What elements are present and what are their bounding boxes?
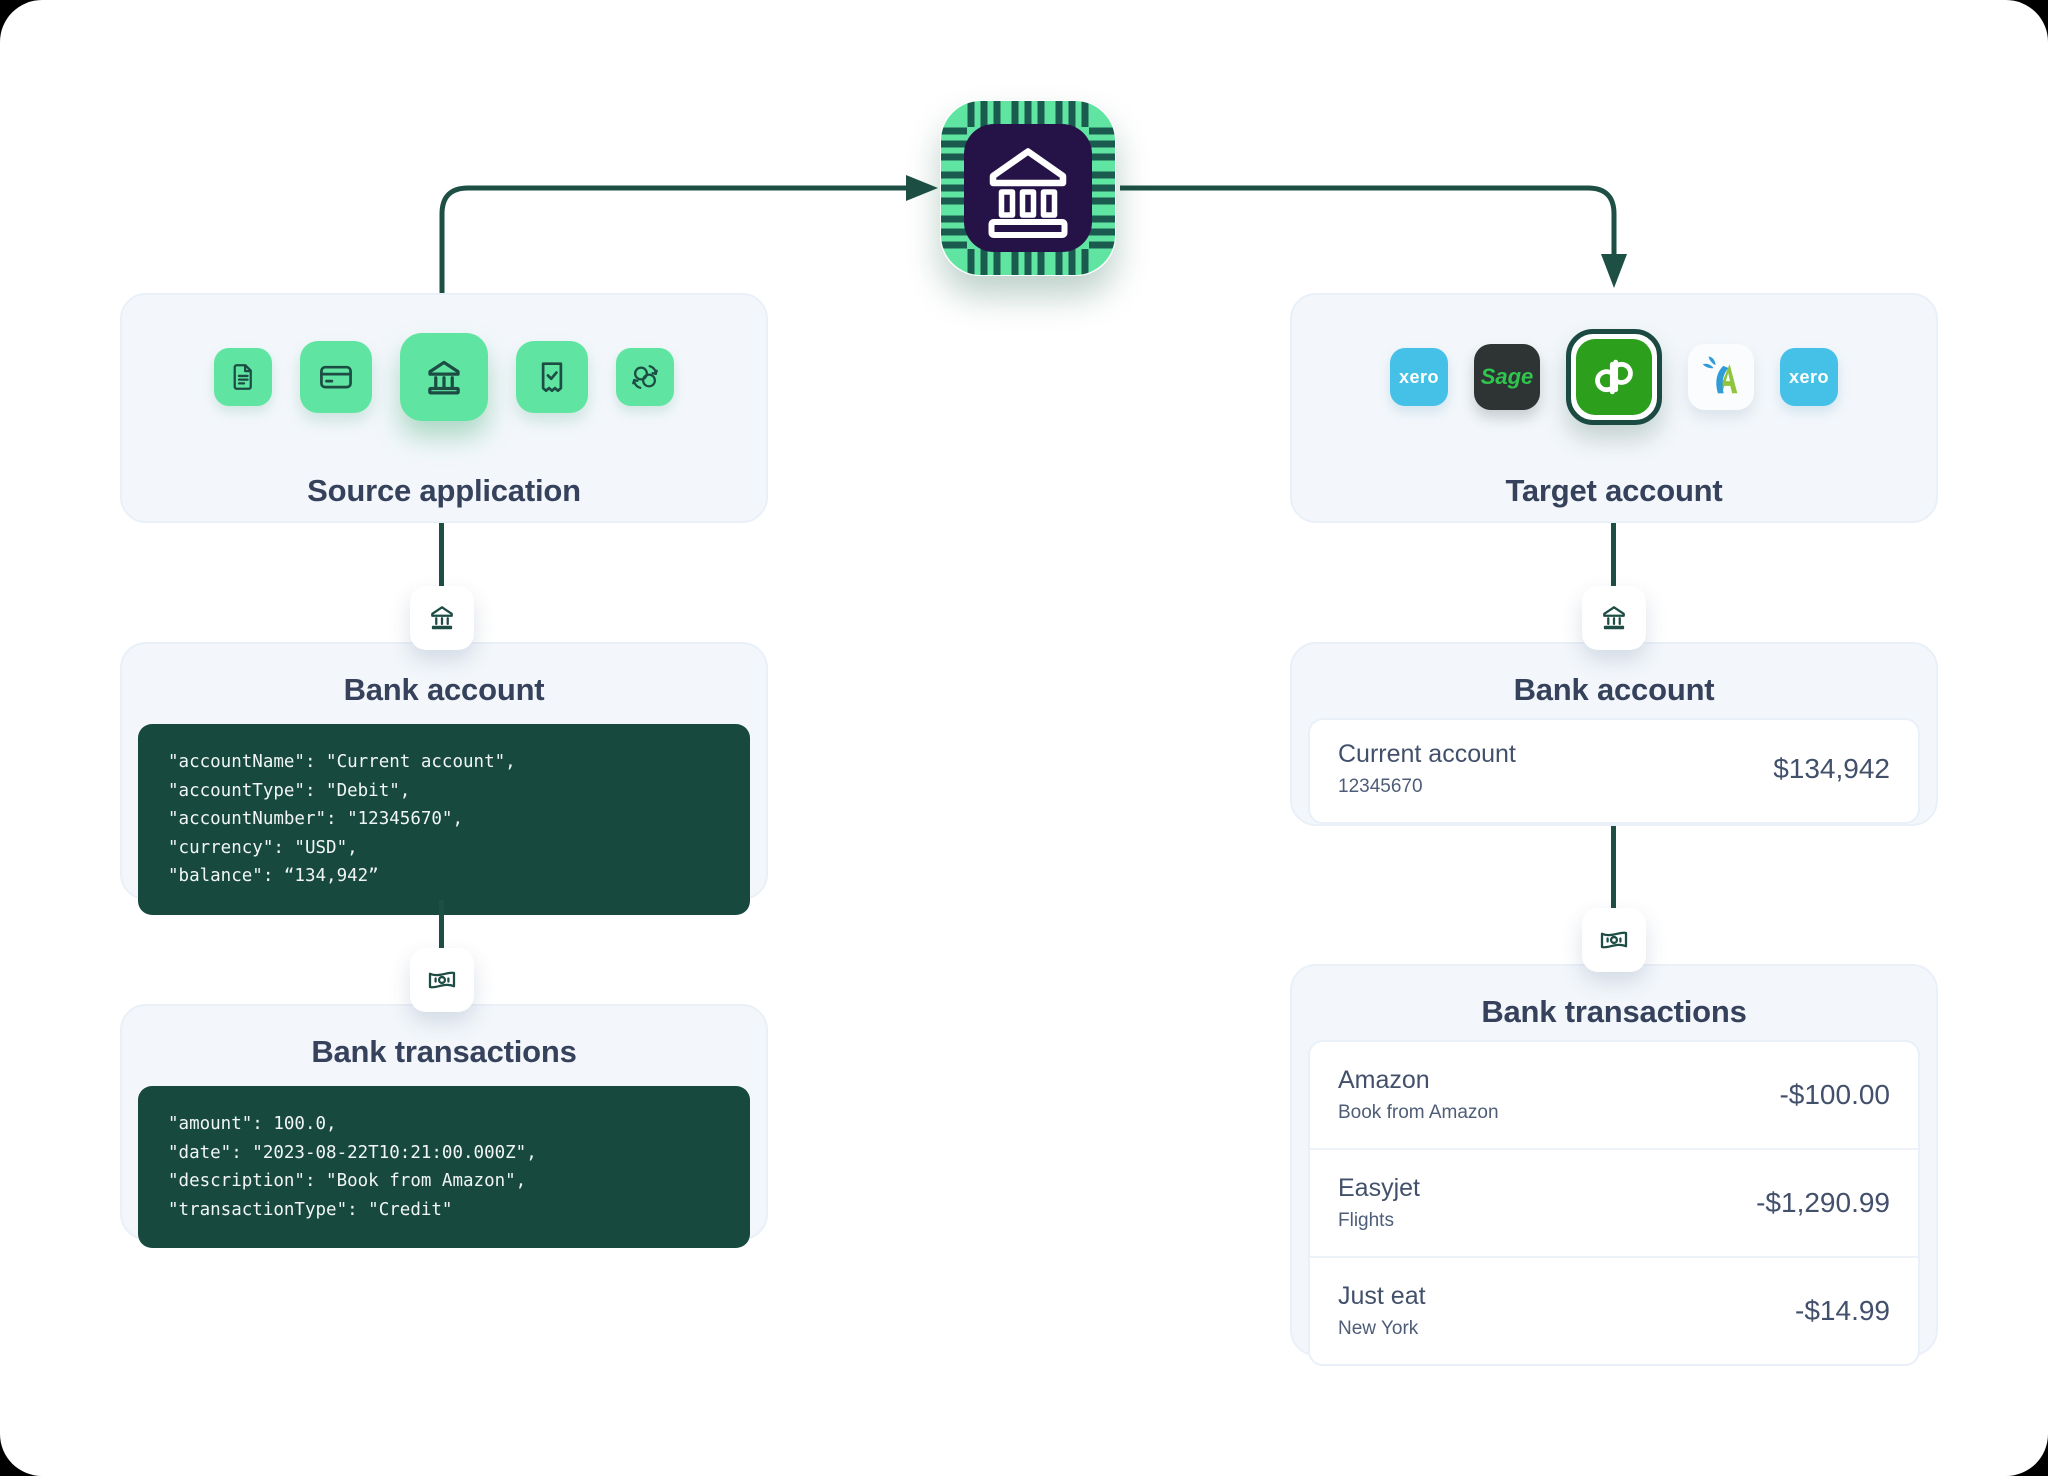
bank-account-panel-right: Bank account Current account 12345670 $1…: [1290, 642, 1938, 826]
transaction-amount: -$14.99: [1795, 1295, 1890, 1327]
hub-to-target-arrow: [1120, 188, 1614, 256]
code-line: "transactionType": "Credit": [168, 1196, 720, 1225]
transaction-amount: -$1,290.99: [1756, 1187, 1890, 1219]
xero-label: xero: [1399, 367, 1439, 388]
bank-account-code-block: "accountName": "Current account", "accou…: [138, 724, 750, 915]
code-line: "accountType": "Debit",: [168, 777, 720, 806]
bank-account-card: Current account 12345670 $134,942: [1308, 718, 1920, 824]
banknote-badge-right: [1582, 908, 1646, 972]
transaction-row: Just eat New York -$14.99: [1310, 1256, 1918, 1364]
bank-account-panel-left: Bank account "accountName": "Current acc…: [120, 642, 768, 900]
target-panel-title: Target account: [1292, 473, 1936, 509]
banknote-badge-left: [410, 948, 474, 1012]
diagram-canvas: Source application Bank account "account…: [0, 0, 2048, 1476]
credit-card-icon: [300, 341, 372, 413]
code-line: "date": "2023-08-22T10:21:00.000Z",: [168, 1139, 720, 1168]
transaction-detail: Flights: [1338, 1210, 1420, 1232]
connector-source-to-bank-account: [439, 523, 444, 589]
hub-to-target-arrowhead: [1601, 254, 1627, 288]
connector-target-to-bank-account: [1611, 523, 1616, 589]
code-line: "accountNumber": "12345670",: [168, 805, 720, 834]
bank-transactions-card: Amazon Book from Amazon -$100.00 Easyjet…: [1308, 1040, 1920, 1366]
connector-bank-account-to-transactions-left: [439, 900, 444, 952]
bank-chip-icon: [940, 100, 1116, 276]
receipt-check-icon: [516, 341, 588, 413]
transaction-name: Amazon: [1338, 1066, 1499, 1095]
bank-transactions-title-left: Bank transactions: [138, 1034, 750, 1070]
document-icon: [214, 348, 272, 406]
account-number: 12345670: [1338, 776, 1516, 798]
target-app-row: xero Sage: [1292, 325, 1936, 429]
code-line: "currency": "USD",: [168, 834, 720, 863]
transaction-row: Easyjet Flights -$1,290.99: [1310, 1148, 1918, 1256]
connector-bank-account-to-transactions-right: [1611, 826, 1616, 912]
transaction-detail: Book from Amazon: [1338, 1102, 1499, 1124]
sage-label: Sage: [1481, 364, 1534, 390]
transaction-name: Just eat: [1338, 1282, 1426, 1311]
target-account-panel: xero Sage: [1290, 293, 1938, 523]
bank-transactions-panel-right: Bank transactions Amazon Book from Amazo…: [1290, 964, 1938, 1356]
freeagent-icon: [1688, 344, 1754, 410]
bank-icon: [400, 333, 488, 421]
code-line: "accountName": "Current account",: [168, 748, 720, 777]
bank-account-title-right: Bank account: [1308, 672, 1920, 708]
bank-account-title-left: Bank account: [138, 672, 750, 708]
bank-transactions-title-right: Bank transactions: [1308, 994, 1920, 1030]
transaction-amount: -$100.00: [1779, 1079, 1890, 1111]
xero-label: xero: [1789, 367, 1829, 388]
transaction-name: Easyjet: [1338, 1174, 1420, 1203]
transaction-detail: New York: [1338, 1318, 1426, 1340]
source-icon-row: [122, 325, 766, 429]
quickbooks-icon-selected: [1566, 329, 1662, 425]
sage-icon: Sage: [1474, 344, 1540, 410]
bank-badge-right: [1582, 586, 1646, 650]
account-balance: $134,942: [1773, 753, 1890, 785]
xero-icon: xero: [1390, 348, 1448, 406]
transaction-row: Amazon Book from Amazon -$100.00: [1310, 1042, 1918, 1148]
xero-icon: xero: [1780, 348, 1838, 406]
code-line: "amount": 100.0,: [168, 1110, 720, 1139]
account-row: Current account 12345670 $134,942: [1310, 720, 1918, 822]
quickbooks-icon: [1576, 339, 1652, 415]
currency-sync-icon: [616, 348, 674, 406]
source-to-hub-arrowhead: [906, 175, 938, 201]
source-application-panel: Source application: [120, 293, 768, 523]
code-line: "balance": “134,942”: [168, 862, 720, 891]
source-panel-title: Source application: [122, 473, 766, 509]
account-name: Current account: [1338, 740, 1516, 769]
code-line: "description": "Book from Amazon",: [168, 1167, 720, 1196]
bank-transactions-panel-left: Bank transactions "amount": 100.0, "date…: [120, 1004, 768, 1240]
source-to-hub-arrow: [442, 188, 906, 293]
bank-transactions-code-block: "amount": 100.0, "date": "2023-08-22T10:…: [138, 1086, 750, 1248]
bank-badge-left: [410, 586, 474, 650]
